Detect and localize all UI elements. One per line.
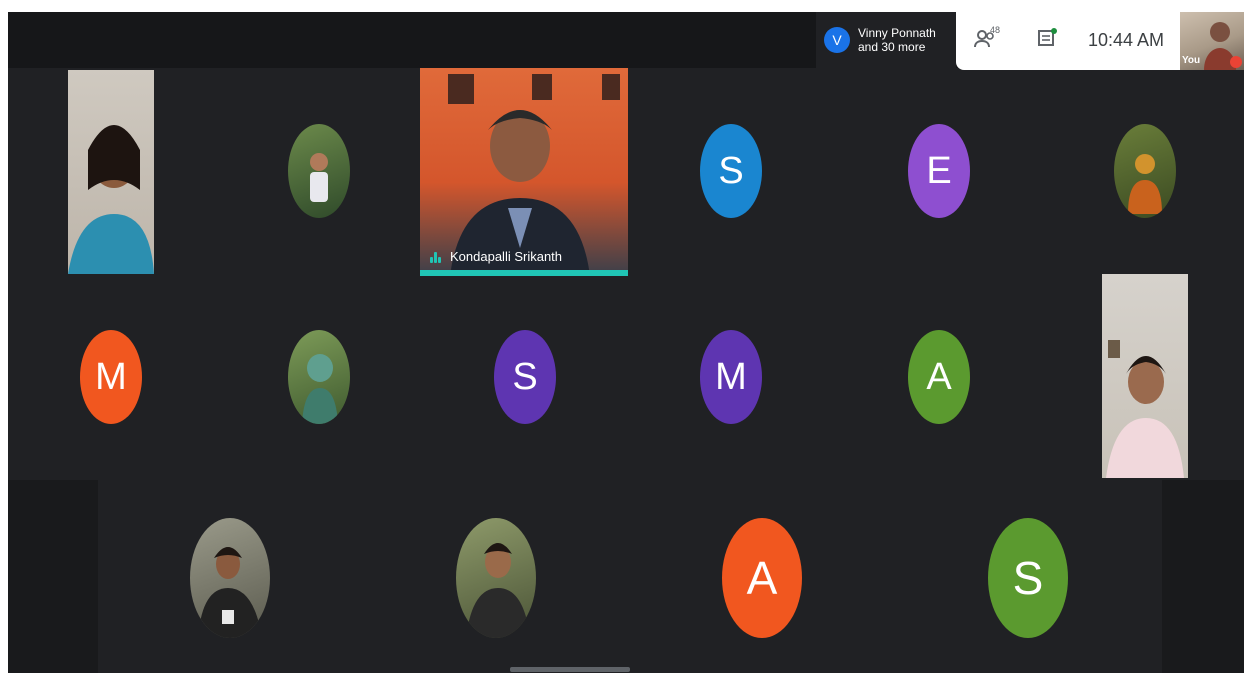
participant-avatar-photo[interactable] xyxy=(1114,124,1176,218)
presenter-more: and 30 more xyxy=(858,40,926,54)
participant-video-tile[interactable] xyxy=(68,70,154,274)
participant-avatar-s[interactable]: S xyxy=(700,124,762,218)
participant-photo xyxy=(1128,154,1162,214)
scrollbar[interactable] xyxy=(510,667,630,672)
participant-avatar-m[interactable]: M xyxy=(700,330,762,424)
speaking-indicator-icon xyxy=(430,251,442,263)
participant-photo xyxy=(1106,340,1184,478)
people-count: 48 xyxy=(990,25,1001,35)
active-speaker-tile[interactable]: Kondapalli Srikanth xyxy=(420,68,628,276)
empty-tile xyxy=(1162,480,1244,673)
presenter-text: Vinny Ponnath and 30 more xyxy=(858,26,936,54)
participant-avatar-photo[interactable] xyxy=(288,124,350,218)
people-icon[interactable]: 48 xyxy=(974,25,1000,51)
speaker-video-image xyxy=(448,74,620,276)
meeting-stage: V Vinny Ponnath and 30 more 48 10:44 AM xyxy=(8,12,1244,673)
participant-avatar-photo[interactable] xyxy=(456,518,536,638)
participant-avatar-e[interactable]: E xyxy=(908,124,970,218)
presenter-name: Vinny Ponnath xyxy=(858,26,936,40)
participant-avatar-photo[interactable] xyxy=(190,518,270,638)
meeting-info-bar: 48 10:44 AM xyxy=(956,12,1180,70)
participant-photo xyxy=(466,543,530,638)
participant-avatar-a[interactable]: A xyxy=(908,330,970,424)
meeting-clock: 10:44 AM xyxy=(1088,30,1165,50)
empty-tile xyxy=(8,480,98,673)
speaker-name: Kondapalli Srikanth xyxy=(450,249,563,264)
participant-avatar-m[interactable]: M xyxy=(80,330,142,424)
participant-avatar-photo[interactable] xyxy=(288,330,350,424)
presenter-avatar: V xyxy=(824,27,850,53)
chat-icon[interactable] xyxy=(1036,28,1058,50)
participant-photo xyxy=(68,125,154,274)
mic-muted-icon xyxy=(1230,56,1242,68)
participant-avatar-s[interactable]: S xyxy=(988,518,1068,638)
participant-photo xyxy=(302,354,338,424)
participant-photo xyxy=(198,547,262,638)
participant-photo xyxy=(310,153,328,202)
self-label: You xyxy=(1182,55,1201,66)
active-speaker-bar xyxy=(420,270,628,276)
presenter-chip[interactable]: V Vinny Ponnath and 30 more xyxy=(816,12,956,68)
self-view-tile[interactable]: You xyxy=(1180,12,1244,70)
participant-video-tile[interactable] xyxy=(1102,274,1188,478)
participant-avatar-s[interactable]: S xyxy=(494,330,556,424)
participant-avatar-a[interactable]: A xyxy=(722,518,802,638)
speaker-name-label: Kondapalli Srikanth xyxy=(430,249,562,264)
